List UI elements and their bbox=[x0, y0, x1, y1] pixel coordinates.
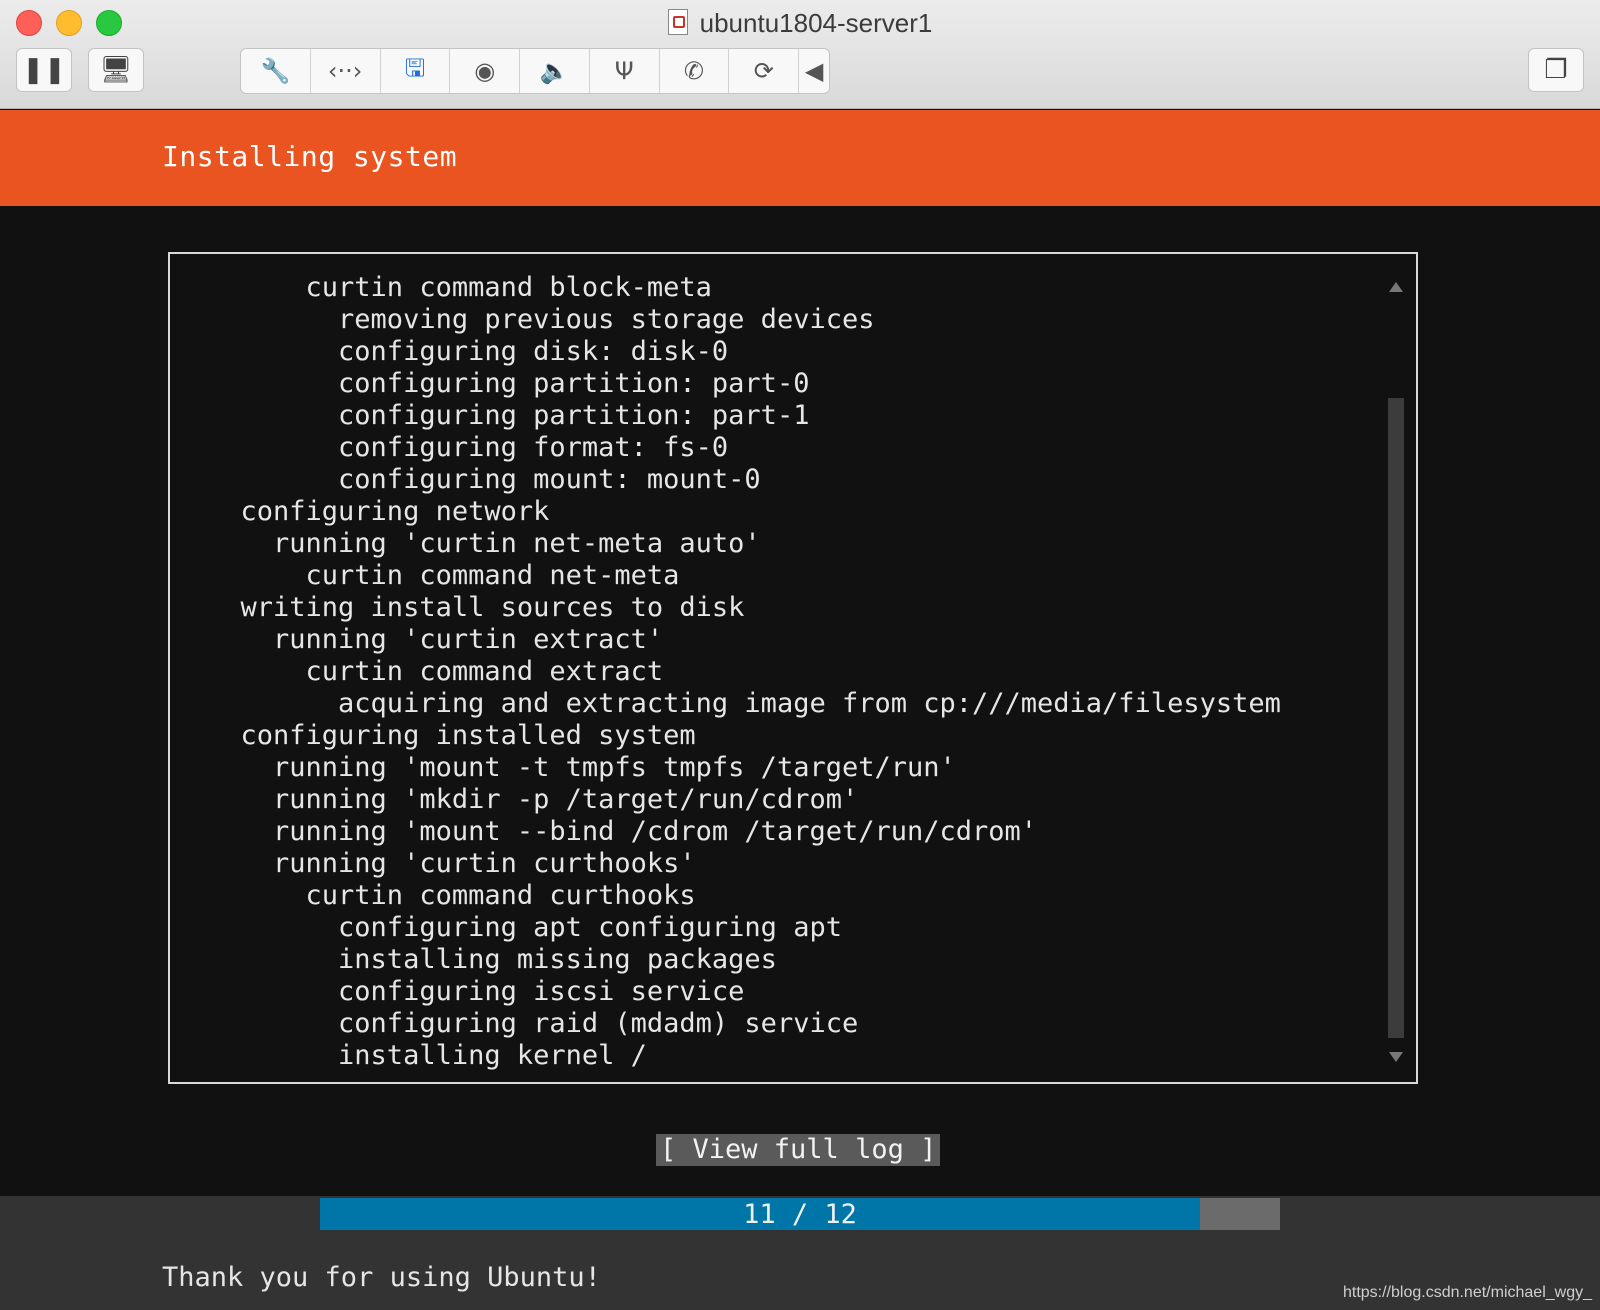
settings-button[interactable]: 🔧 bbox=[241, 49, 311, 93]
install-log-lines: curtin command block-meta removing previ… bbox=[208, 272, 1281, 1072]
fullscreen-button[interactable]: ❐ bbox=[1528, 48, 1584, 92]
log-line: curtin command curthooks bbox=[208, 880, 696, 911]
log-line: curtin command block-meta bbox=[208, 272, 712, 303]
log-line: running 'mkdir -p /target/run/cdrom' bbox=[208, 784, 859, 815]
camera-button[interactable]: ◉ bbox=[450, 49, 521, 93]
log-line: acquiring and extracting image from cp:/… bbox=[208, 688, 1281, 719]
sync-icon: ⟳ bbox=[753, 57, 774, 85]
installer-header: Installing system bbox=[0, 110, 1600, 206]
chevron-left-icon: ◀ bbox=[804, 57, 824, 85]
log-scrollbar[interactable] bbox=[1388, 282, 1404, 1062]
fullscreen-icon: ❐ bbox=[1544, 55, 1568, 85]
wrench-icon: 🔧 bbox=[260, 57, 291, 85]
log-line: configuring apt configuring apt bbox=[208, 912, 842, 943]
log-line: configuring network bbox=[208, 496, 550, 527]
log-line: writing install sources to disk bbox=[208, 592, 745, 623]
speaker-icon: 🔈 bbox=[539, 57, 570, 85]
log-line: running 'mount --bind /cdrom /target/run… bbox=[208, 816, 1038, 847]
camera-icon: ◉ bbox=[474, 57, 496, 85]
pause-icon: ❚❚ bbox=[22, 55, 66, 85]
log-line: configuring partition: part-1 bbox=[208, 400, 810, 431]
network-button[interactable]: ‹··› bbox=[311, 49, 381, 93]
window-titlebar: ubuntu1804-server1 ❚❚ 🖥 🔧 ‹··› 🖫 ◉ 🔈 Ψ ✆… bbox=[0, 0, 1600, 109]
log-line: installing missing packages bbox=[208, 944, 777, 975]
network-icon: ‹··› bbox=[327, 57, 363, 85]
log-line: configuring iscsi service bbox=[208, 976, 745, 1007]
shared-folder-button[interactable]: ⟳ bbox=[729, 49, 800, 93]
log-line: running 'curtin extract' bbox=[208, 624, 664, 655]
hard-disk-button[interactable]: 🖫 bbox=[381, 49, 451, 93]
log-line: installing kernel / bbox=[208, 1040, 647, 1071]
log-line: configuring mount: mount-0 bbox=[208, 464, 761, 495]
usb-button[interactable]: Ψ bbox=[590, 49, 660, 93]
log-line: configuring installed system bbox=[208, 720, 696, 751]
usb-icon: Ψ bbox=[614, 57, 634, 85]
printer-button[interactable]: ✆ bbox=[660, 49, 730, 93]
page-title: Installing system bbox=[162, 140, 458, 173]
hard-disk-icon: 🖫 bbox=[404, 53, 426, 82]
sound-button[interactable]: 🔈 bbox=[520, 49, 590, 93]
log-line: configuring disk: disk-0 bbox=[208, 336, 729, 367]
window-title-text: ubuntu1804-server1 bbox=[699, 8, 933, 38]
log-line: running 'curtin curthooks' bbox=[208, 848, 696, 879]
log-line: curtin command extract bbox=[208, 656, 664, 687]
install-log-panel[interactable]: curtin command block-meta removing previ… bbox=[168, 252, 1418, 1084]
collapse-toolbar-button[interactable]: ◀ bbox=[799, 49, 829, 93]
log-line: running 'curtin net-meta auto' bbox=[208, 528, 761, 559]
log-line: removing previous storage devices bbox=[208, 304, 875, 335]
log-line: configuring format: fs-0 bbox=[208, 432, 729, 463]
install-progress-bar: 11 / 12 bbox=[320, 1198, 1280, 1230]
log-line: configuring partition: part-0 bbox=[208, 368, 810, 399]
vm-document-icon bbox=[667, 9, 688, 35]
scroll-down-arrow-icon[interactable] bbox=[1389, 1052, 1403, 1062]
snapshot-button[interactable]: 🖥 bbox=[88, 48, 144, 92]
scrollbar-thumb[interactable] bbox=[1388, 398, 1404, 1038]
footer-message: Thank you for using Ubuntu! bbox=[162, 1262, 601, 1293]
log-line: curtin command net-meta bbox=[208, 560, 680, 591]
snapshot-icon: 🖥 bbox=[99, 55, 133, 85]
window-title: ubuntu1804-server1 bbox=[0, 8, 1600, 39]
log-line: configuring raid (mdadm) service bbox=[208, 1008, 859, 1039]
progress-label: 11 / 12 bbox=[743, 1199, 857, 1230]
pause-button[interactable]: ❚❚ bbox=[16, 48, 72, 92]
printer-icon: ✆ bbox=[683, 57, 705, 85]
watermark: https://blog.csdn.net/michael_wgy_ bbox=[1342, 1284, 1592, 1301]
log-line: running 'mount -t tmpfs tmpfs /target/ru… bbox=[208, 752, 956, 783]
view-full-log-button[interactable]: [ View full log ] bbox=[656, 1134, 941, 1166]
device-toolbar: 🔧 ‹··› 🖫 ◉ 🔈 Ψ ✆ ⟳ ◀ bbox=[240, 48, 830, 94]
scroll-up-arrow-icon[interactable] bbox=[1389, 282, 1403, 292]
